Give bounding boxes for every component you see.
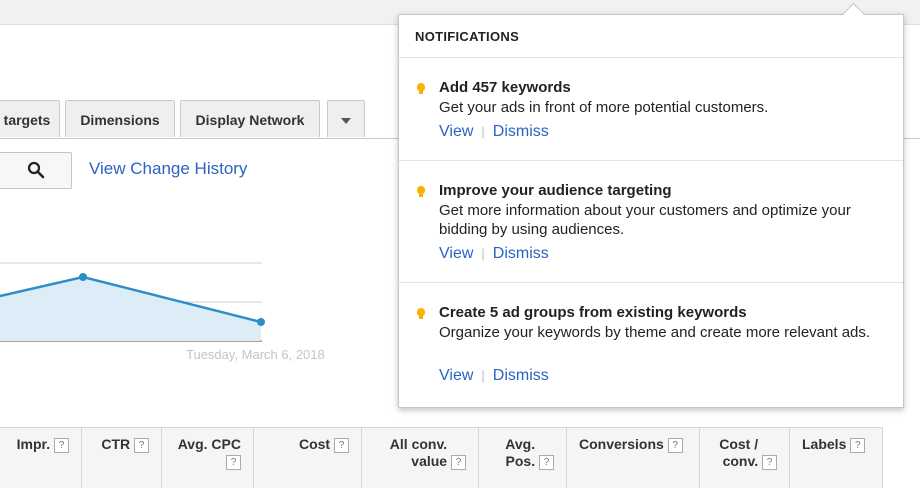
- help-icon[interactable]: ?: [54, 438, 69, 453]
- search-button[interactable]: [0, 152, 72, 189]
- column-label: Cost: [298, 436, 331, 452]
- notification-item: Create 5 ad groups from existing keyword…: [399, 304, 903, 404]
- chart-point[interactable]: [79, 273, 87, 281]
- column-avg-cpc[interactable]: Avg. CPC?: [162, 428, 254, 488]
- column-conversions[interactable]: Conversions ?: [567, 428, 700, 488]
- view-change-history-link[interactable]: View Change History: [89, 159, 247, 179]
- chevron-down-icon: [341, 118, 351, 125]
- column-impr[interactable]: Impr. ?: [0, 428, 82, 488]
- column-ctr[interactable]: CTR ?: [82, 428, 162, 488]
- column-label: Conversions: [579, 436, 664, 452]
- separator: |: [481, 246, 485, 261]
- divider: [399, 160, 903, 161]
- tab-dimensions[interactable]: Dimensions: [65, 100, 175, 137]
- chart-date-label: Tuesday, March 6, 2018: [186, 347, 325, 362]
- view-link[interactable]: View: [439, 245, 473, 262]
- tab-label: targets: [3, 112, 51, 128]
- table-header: Impr. ? CTR ? Avg. CPC? Cost ? All conv.…: [0, 427, 883, 488]
- separator: |: [481, 124, 485, 139]
- help-icon[interactable]: ?: [667, 438, 683, 453]
- divider: [399, 57, 903, 58]
- help-icon[interactable]: ?: [334, 438, 349, 453]
- column-label: Avg. Pos.: [505, 436, 536, 469]
- notification-actions: View | Dismiss: [439, 245, 549, 263]
- tab-display-network[interactable]: Display Network: [180, 100, 320, 137]
- separator: |: [481, 368, 485, 383]
- view-link[interactable]: View: [439, 123, 473, 140]
- column-cost[interactable]: Cost ?: [254, 428, 362, 488]
- tab-label: Display Network: [195, 112, 305, 128]
- column-label: Cost / conv.: [719, 436, 759, 469]
- help-icon[interactable]: ?: [850, 438, 866, 453]
- notifications-panel: NOTIFICATIONS Add 457 keywords Get your …: [398, 14, 904, 408]
- notification-item: Improve your audience targeting Get more…: [399, 182, 903, 282]
- view-link[interactable]: View: [439, 367, 473, 384]
- column-label: Avg. CPC: [177, 436, 241, 452]
- notification-actions: View | Dismiss: [439, 367, 549, 385]
- notification-actions: View | Dismiss: [439, 123, 549, 141]
- notification-item: Add 457 keywords Get your ads in front o…: [399, 79, 903, 169]
- column-label: All conv. value: [389, 436, 448, 469]
- tabs-more-button[interactable]: [327, 100, 365, 137]
- tab-targets[interactable]: targets: [0, 100, 60, 137]
- notification-title: Improve your audience targeting: [439, 182, 672, 199]
- dismiss-link[interactable]: Dismiss: [493, 123, 549, 140]
- performance-chart: [0, 262, 265, 342]
- column-all-conv-value[interactable]: All conv. value ?: [362, 428, 479, 488]
- help-icon[interactable]: ?: [451, 455, 466, 470]
- column-avg-pos[interactable]: Avg. Pos. ?: [479, 428, 567, 488]
- notification-title: Create 5 ad groups from existing keyword…: [439, 304, 747, 321]
- notification-description: Get more information about your customer…: [439, 202, 851, 238]
- notification-description: Organize your keywords by theme and crea…: [439, 324, 871, 341]
- help-icon[interactable]: ?: [762, 455, 777, 470]
- column-label: CTR: [101, 436, 131, 452]
- notification-description: Get your ads in front of more potential …: [439, 99, 769, 116]
- help-icon[interactable]: ?: [539, 455, 554, 470]
- column-labels[interactable]: Labels ?: [790, 428, 883, 488]
- help-icon[interactable]: ?: [226, 455, 241, 470]
- tab-label: Dimensions: [80, 112, 160, 128]
- lightbulb-icon: [417, 308, 425, 319]
- column-cost-per-conv[interactable]: Cost / conv. ?: [700, 428, 790, 488]
- search-icon: [27, 161, 45, 179]
- divider: [399, 282, 903, 283]
- notification-title: Add 457 keywords: [439, 79, 571, 96]
- notifications-title: NOTIFICATIONS: [415, 29, 520, 44]
- chart-point[interactable]: [257, 318, 265, 326]
- column-label: Labels: [802, 436, 847, 452]
- help-icon[interactable]: ?: [134, 438, 149, 453]
- column-label: Impr.: [16, 436, 51, 452]
- lightbulb-icon: [417, 83, 425, 94]
- lightbulb-icon: [417, 186, 425, 197]
- dismiss-link[interactable]: Dismiss: [493, 245, 549, 262]
- dismiss-link[interactable]: Dismiss: [493, 367, 549, 384]
